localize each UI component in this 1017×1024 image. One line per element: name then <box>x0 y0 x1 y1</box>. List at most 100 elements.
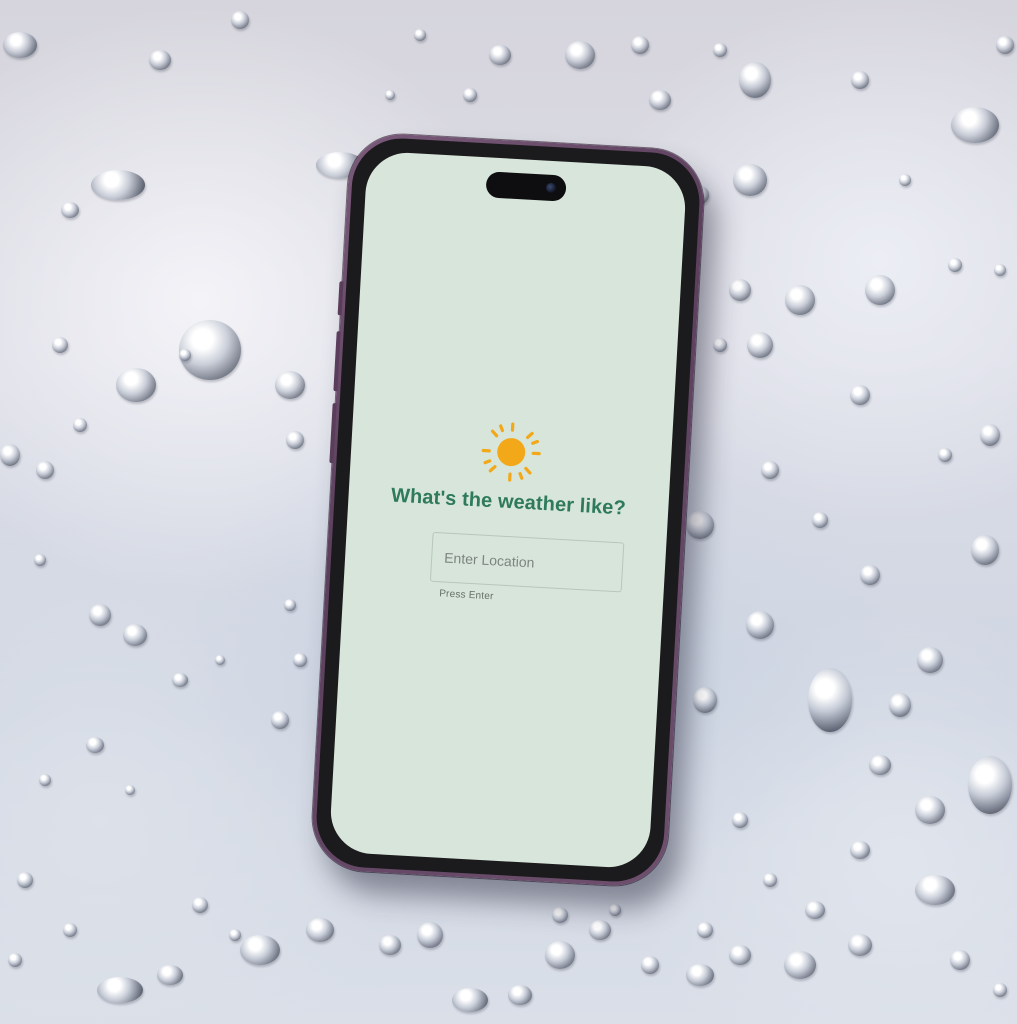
raindrop <box>713 338 727 352</box>
raindrop <box>286 431 304 449</box>
raindrop <box>172 673 188 687</box>
raindrop <box>116 368 156 402</box>
raindrop <box>229 929 241 941</box>
sun-icon <box>481 422 541 482</box>
raindrop <box>192 897 208 913</box>
raindrop <box>61 202 79 218</box>
raindrop <box>240 935 280 965</box>
raindrop <box>713 43 727 57</box>
raindrop <box>993 983 1007 997</box>
raindrop <box>733 164 767 196</box>
app-screen: What's the weather like? Press Enter <box>328 150 688 870</box>
raindrop <box>157 965 183 985</box>
raindrop <box>489 45 511 65</box>
weather-prompt: What's the weather like? Press Enter <box>343 412 673 612</box>
raindrop <box>851 71 869 89</box>
raindrop <box>686 964 714 986</box>
raindrop <box>34 554 46 566</box>
raindrop <box>860 565 880 585</box>
raindrop <box>948 258 962 272</box>
raindrop <box>763 873 777 887</box>
headline: What's the weather like? <box>390 484 627 520</box>
raindrop <box>917 647 943 673</box>
raindrop <box>0 444 20 466</box>
raindrop <box>52 337 68 353</box>
raindrop <box>414 29 426 41</box>
raindrop <box>508 985 532 1005</box>
raindrop <box>63 923 77 937</box>
raindrop <box>812 512 828 528</box>
dynamic-island <box>485 171 567 202</box>
raindrop <box>951 107 999 143</box>
raindrop <box>8 953 22 967</box>
raindrop <box>746 611 774 639</box>
raindrop <box>697 922 713 938</box>
raindrop <box>865 275 895 305</box>
raindrop <box>125 785 135 795</box>
raindrop <box>271 711 289 729</box>
raindrop <box>275 371 305 399</box>
raindrop <box>747 332 773 358</box>
raindrop <box>452 988 488 1012</box>
raindrop <box>784 951 816 979</box>
raindrop <box>149 50 171 70</box>
raindrop <box>284 599 296 611</box>
press-enter-hint: Press Enter <box>438 588 494 603</box>
raindrop <box>968 756 1012 814</box>
raindrop <box>306 918 334 942</box>
raindrop <box>761 461 779 479</box>
raindrop <box>848 934 872 956</box>
raindrop <box>729 945 751 965</box>
raindrop <box>641 956 659 974</box>
raindrop <box>950 950 970 970</box>
raindrop <box>739 62 771 98</box>
raindrop <box>463 88 477 102</box>
raindrop <box>97 977 143 1003</box>
raindrop <box>293 653 307 667</box>
phone-mockup: What's the weather like? Press Enter <box>309 131 707 889</box>
raindrop <box>729 279 751 301</box>
raindrop <box>123 624 147 646</box>
raindrop <box>808 668 852 732</box>
raindrop <box>179 349 191 361</box>
raindrop <box>215 655 225 665</box>
raindrop <box>996 36 1014 54</box>
phone-bezel: What's the weather like? Press Enter <box>313 135 703 885</box>
raindrop <box>589 920 611 940</box>
raindrop <box>850 385 870 405</box>
raindrop <box>938 448 952 462</box>
raindrop <box>850 841 870 859</box>
location-input[interactable] <box>429 531 625 593</box>
raindrop <box>785 285 815 315</box>
raindrop <box>379 935 401 955</box>
raindrop <box>869 755 891 775</box>
rain-window-background: What's the weather like? Press Enter <box>0 0 1017 1024</box>
raindrop <box>994 264 1006 276</box>
raindrop <box>3 32 37 58</box>
raindrop <box>231 11 249 29</box>
raindrop <box>805 901 825 919</box>
raindrop <box>385 90 395 100</box>
raindrop <box>631 36 649 54</box>
raindrop <box>980 424 1000 446</box>
raindrop <box>693 687 717 713</box>
raindrop <box>889 693 911 717</box>
raindrop <box>91 170 145 200</box>
raindrop <box>545 941 575 969</box>
raindrop <box>732 812 748 828</box>
raindrop <box>39 774 51 786</box>
raindrop <box>565 41 595 69</box>
raindrop <box>17 872 33 888</box>
raindrop <box>89 604 111 626</box>
raindrop <box>915 875 955 905</box>
raindrop <box>552 907 568 923</box>
raindrop <box>686 511 714 539</box>
raindrop <box>915 796 945 824</box>
raindrop <box>899 174 911 186</box>
raindrop <box>609 904 621 916</box>
raindrop <box>86 737 104 753</box>
raindrop <box>417 922 443 948</box>
raindrop <box>649 90 671 110</box>
raindrop <box>36 461 54 479</box>
raindrop <box>971 535 999 565</box>
